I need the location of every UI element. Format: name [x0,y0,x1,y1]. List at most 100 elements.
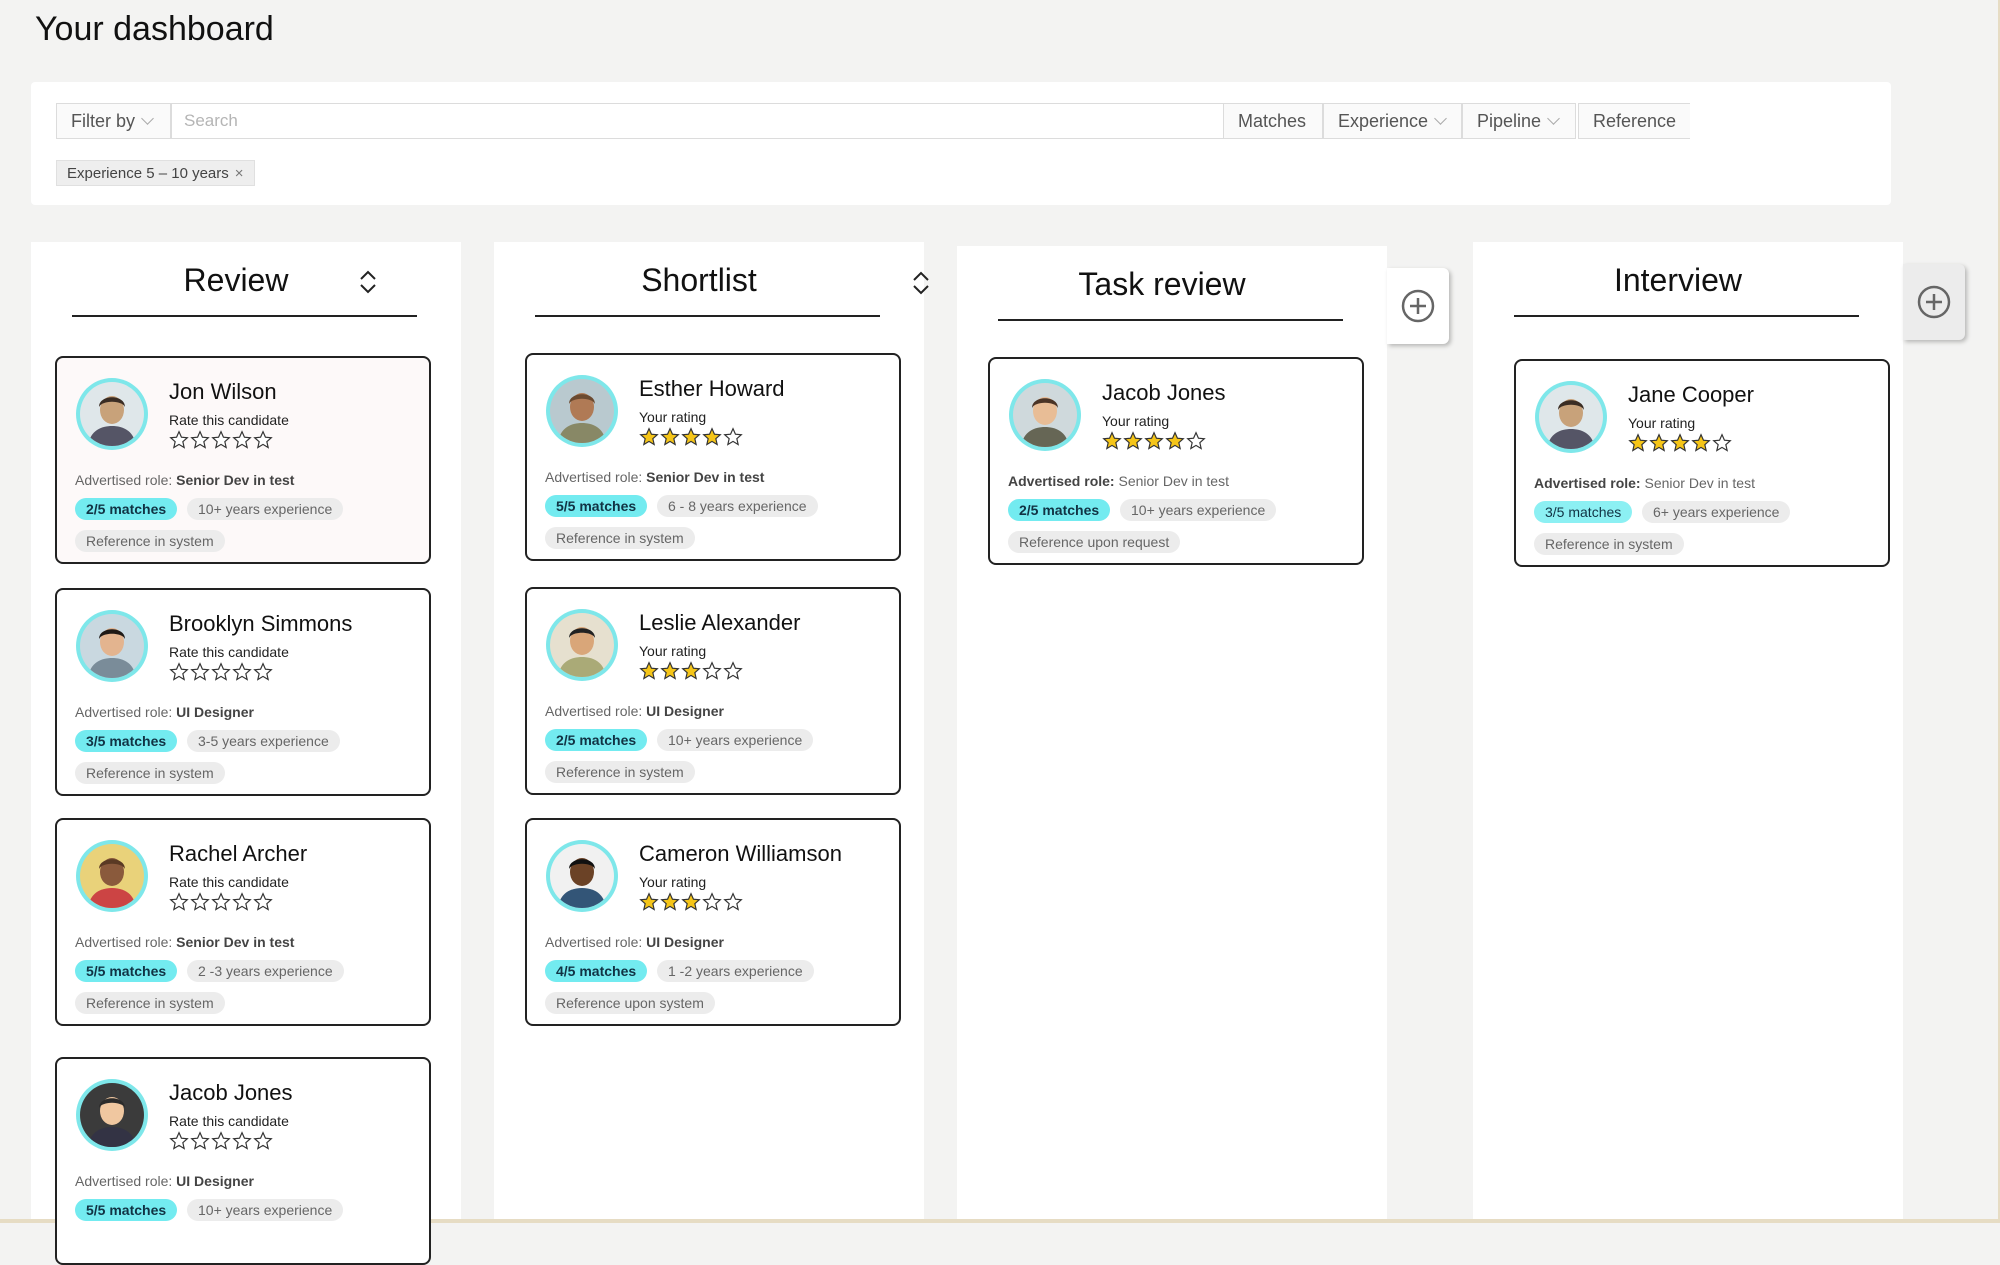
star-filled-icon[interactable] [660,661,680,681]
star-filled-icon[interactable] [702,427,722,447]
star-filled-icon[interactable] [1670,433,1690,453]
star-empty-icon[interactable] [190,430,210,450]
matches-badge: 5/5 matches [75,960,178,982]
filter-by-dropdown[interactable]: Filter by [56,103,171,139]
avatar [1535,381,1607,453]
star-empty-icon[interactable] [232,892,252,912]
star-empty-icon[interactable] [190,892,210,912]
star-empty-icon[interactable] [1712,433,1732,453]
star-empty-icon[interactable] [702,661,722,681]
star-filled-icon[interactable] [1102,431,1122,451]
matches-badge: 2/5 matches [1008,499,1111,521]
role-label: Advertised role: [75,1173,177,1189]
experience-badge: 6+ years experience [1642,501,1791,523]
star-empty-icon[interactable] [232,662,252,682]
role-value: Senior Dev in test [176,934,295,950]
star-filled-icon[interactable] [639,892,659,912]
star-empty-icon[interactable] [190,662,210,682]
star-empty-icon[interactable] [723,427,743,447]
star-rating[interactable] [169,662,273,682]
star-rating[interactable] [1628,433,1732,453]
star-rating[interactable] [1102,431,1206,451]
star-filled-icon[interactable] [681,892,701,912]
close-icon[interactable]: × [235,165,244,182]
role-value: Senior Dev in test [1644,475,1755,491]
star-filled-icon[interactable] [639,661,659,681]
star-empty-icon[interactable] [1186,431,1206,451]
star-filled-icon[interactable] [681,427,701,447]
column-shortlist: Shortlist Esther Howard Your rating Advert… [494,242,924,1219]
star-rating[interactable] [169,1131,273,1151]
star-empty-icon[interactable] [190,1131,210,1151]
candidate-card[interactable]: Jacob Jones Rate this candidate Advertised… [55,1057,431,1265]
avatar [76,1079,148,1151]
candidate-card[interactable]: Brooklyn Simmons Rate this candidate Adver… [55,588,431,796]
star-empty-icon[interactable] [211,1131,231,1151]
star-empty-icon[interactable] [211,662,231,682]
search-input[interactable] [171,103,1249,139]
reference-label: Reference [1593,110,1677,131]
candidate-card[interactable]: Rachel Archer Rate this candidate Advertis… [55,818,431,1026]
chevron-down-icon [1547,112,1560,125]
filter-panel: Filter by Matches Experience Pipeline Re… [31,82,1891,205]
column-title: Shortlist [641,262,757,298]
star-empty-icon[interactable] [169,892,189,912]
star-empty-icon[interactable] [702,892,722,912]
star-rating[interactable] [169,430,273,450]
star-rating[interactable] [639,427,743,447]
star-rating[interactable] [639,892,743,912]
star-empty-icon[interactable] [253,662,273,682]
rating-label: Your rating [639,643,707,659]
column-title: Review [183,262,289,298]
experience-dropdown[interactable]: Experience [1323,103,1462,139]
sort-icon[interactable] [911,270,931,296]
star-filled-icon[interactable] [660,427,680,447]
candidate-card[interactable]: Jane Cooper Your rating Advertised role: S… [1514,359,1890,567]
star-empty-icon[interactable] [169,430,189,450]
avatar [1009,379,1081,451]
candidate-name: Cameron Williamson [639,841,842,866]
star-empty-icon[interactable] [211,430,231,450]
add-column-button[interactable] [1387,268,1449,344]
star-filled-icon[interactable] [1691,433,1711,453]
star-filled-icon[interactable] [1628,433,1648,453]
star-empty-icon[interactable] [253,892,273,912]
candidate-card[interactable]: Jon Wilson Rate this candidate Advertised … [55,356,431,564]
star-empty-icon[interactable] [211,892,231,912]
star-empty-icon[interactable] [723,892,743,912]
star-empty-icon[interactable] [723,661,743,681]
star-rating[interactable] [639,661,743,681]
rating-label: Your rating [639,874,707,890]
candidate-card[interactable]: Esther Howard Your rating Advertised role:… [525,353,901,561]
add-column-button[interactable] [1903,264,1965,340]
rating-label: Rate this candidate [169,644,289,660]
candidate-card[interactable]: Jacob Jones Your rating Advertised role: S… [988,357,1364,565]
star-filled-icon[interactable] [660,892,680,912]
experience-badge: 10+ years experience [657,729,814,751]
pipeline-dropdown[interactable]: Pipeline [1462,103,1576,139]
matches-badge: 3/5 matches [1534,501,1633,523]
star-rating[interactable] [169,892,273,912]
star-filled-icon[interactable] [1165,431,1185,451]
star-empty-icon[interactable] [253,430,273,450]
candidate-name: Jane Cooper [1628,382,1754,407]
sort-icon[interactable] [358,269,378,295]
plus-circle-icon [1401,289,1435,323]
experience-label: Experience [1338,110,1429,131]
star-empty-icon[interactable] [232,430,252,450]
star-empty-icon[interactable] [169,662,189,682]
star-filled-icon[interactable] [1123,431,1143,451]
reference-filter[interactable]: Reference [1578,103,1690,139]
star-filled-icon[interactable] [639,427,659,447]
matches-filter[interactable]: Matches [1223,103,1323,139]
avatar [546,375,618,447]
rating-label: Rate this candidate [169,1113,289,1129]
candidate-card[interactable]: Cameron Williamson Your rating Advertised … [525,818,901,1026]
candidate-card[interactable]: Leslie Alexander Your rating Advertised ro… [525,587,901,795]
star-filled-icon[interactable] [681,661,701,681]
star-empty-icon[interactable] [169,1131,189,1151]
star-filled-icon[interactable] [1144,431,1164,451]
star-filled-icon[interactable] [1649,433,1669,453]
star-empty-icon[interactable] [232,1131,252,1151]
star-empty-icon[interactable] [253,1131,273,1151]
